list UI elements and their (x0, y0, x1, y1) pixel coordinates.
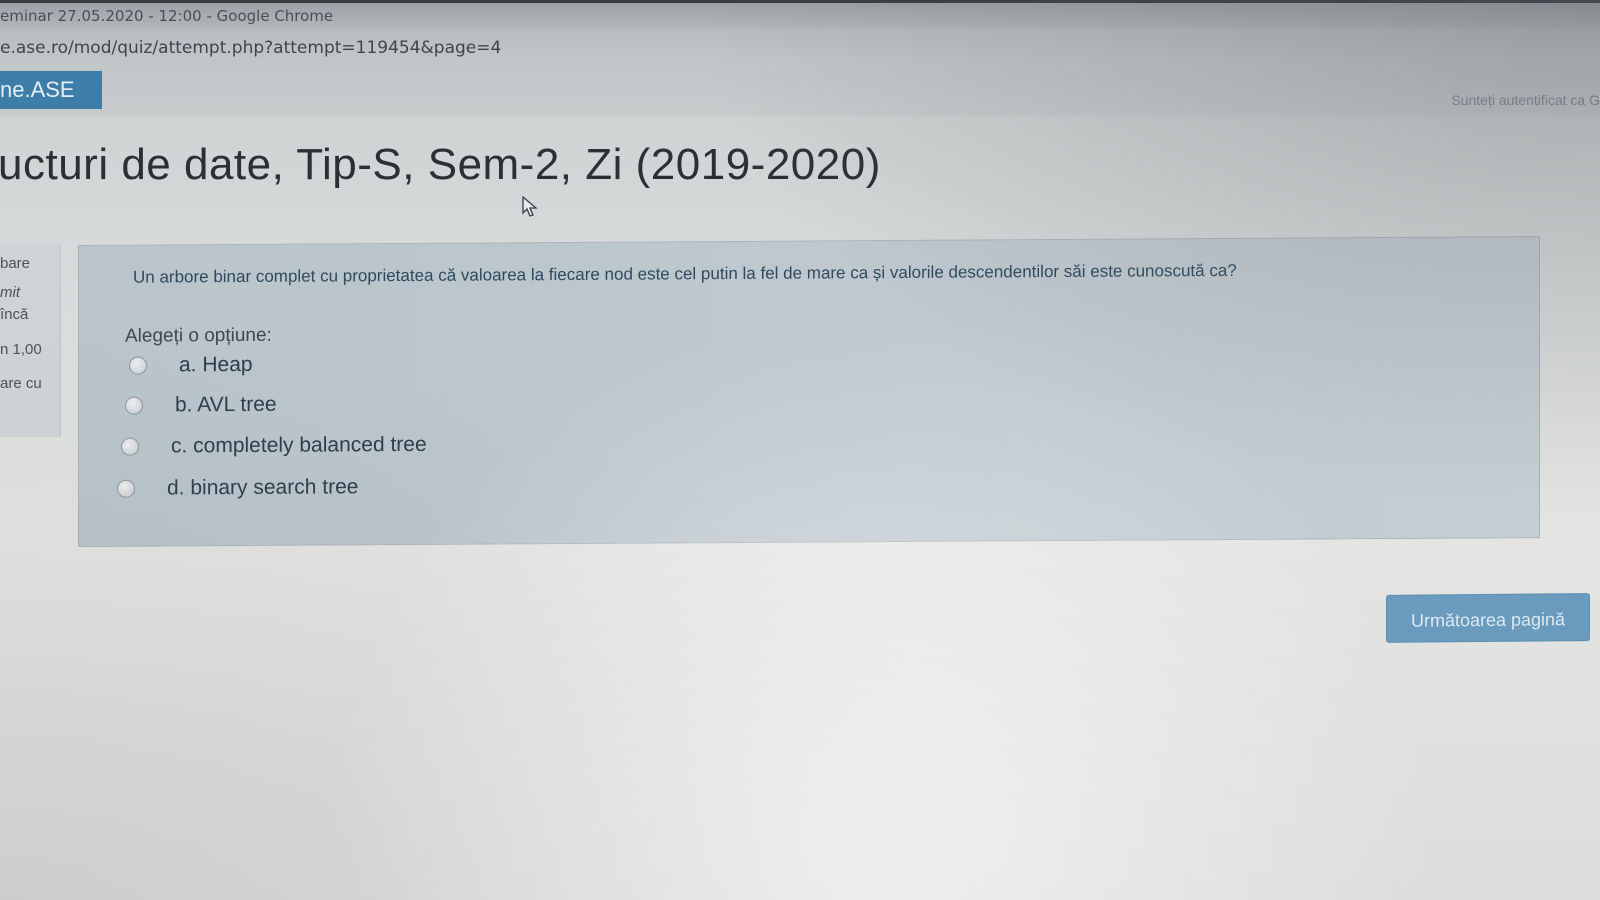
option-d-label[interactable]: d. binary search tree (167, 475, 358, 500)
page-title: ucturi de date, Tip-S, Sem-2, Zi (2019-2… (0, 140, 881, 189)
option-c-label[interactable]: c. completely balanced tree (171, 433, 427, 459)
question-state-text-3: încă (0, 306, 29, 323)
radio-button-icon[interactable] (129, 356, 147, 375)
window-title: eminar 27.05.2020 - 12:00 - Google Chrom… (0, 7, 334, 25)
radio-button-icon[interactable] (121, 437, 139, 456)
option-b-label[interactable]: b. AVL tree (175, 393, 277, 418)
radio-button-icon[interactable] (117, 479, 135, 498)
mouse-pointer-icon (522, 195, 538, 223)
login-info[interactable]: Sunteți autentificat ca G (1451, 92, 1600, 108)
next-page-button[interactable]: Următoarea pagină (1386, 593, 1590, 643)
question-state-text: bare (0, 255, 31, 272)
site-navbar: ne.ASE Sunteți autentificat ca G (0, 68, 1600, 116)
question-box: Un arbore binar complet cu proprietatea … (78, 236, 1540, 548)
question-mark-text: n 1,00 (0, 341, 42, 358)
question-text: Un arbore binar complet cu proprietatea … (133, 260, 1237, 287)
flag-question-text[interactable]: are cu (0, 375, 42, 392)
site-brand-logo[interactable]: ne.ASE (0, 71, 102, 109)
option-a-label[interactable]: a. Heap (179, 353, 253, 377)
url-text[interactable]: e.ase.ro/mod/quiz/attempt.php?attempt=11… (0, 38, 501, 58)
question-state-text-2: mit (0, 284, 20, 301)
browser-address-bar[interactable]: e.ase.ro/mod/quiz/attempt.php?attempt=11… (0, 28, 1600, 69)
question-info-panel: bare mit încă n 1,00 are cu (0, 243, 61, 437)
answer-prompt: Alegeți o opțiune: (125, 324, 272, 347)
radio-button-icon[interactable] (125, 396, 143, 415)
browser-title-bar: eminar 27.05.2020 - 12:00 - Google Chrom… (0, 0, 1600, 29)
